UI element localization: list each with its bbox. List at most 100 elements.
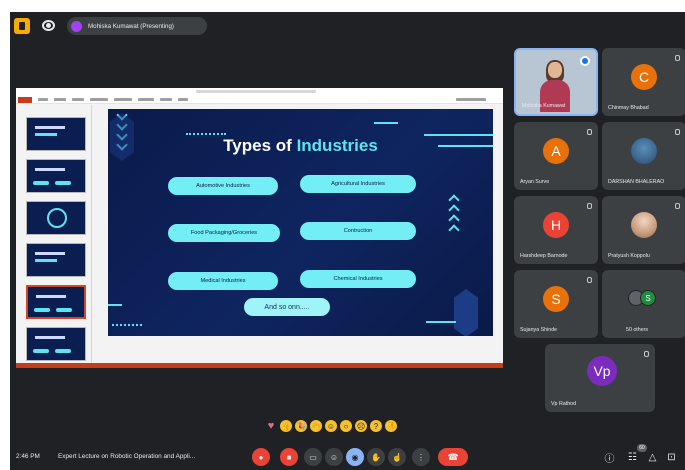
bottom-bar: 2:46 PM Expert Lecture on Robotic Operat… bbox=[10, 444, 685, 470]
ppt-share-button bbox=[456, 98, 486, 101]
slide-title: Types of Industries bbox=[108, 136, 493, 156]
dotted-line-decoration bbox=[186, 133, 226, 135]
activities-icon[interactable]: △ bbox=[647, 452, 658, 463]
ppt-titlebar bbox=[16, 88, 503, 96]
industry-pill: Chemical Industries bbox=[300, 270, 416, 288]
mic-off-icon bbox=[587, 129, 592, 135]
participant-tile[interactable]: S Sujanya Shinde bbox=[514, 270, 598, 338]
meeting-title: Expert Lecture on Robotic Operation and … bbox=[58, 453, 196, 460]
participant-tile[interactable]: C Chinmay Bhabad bbox=[602, 48, 685, 116]
party-reaction-icon[interactable]: 🎉 bbox=[295, 420, 307, 432]
participant-tile[interactable]: A Aryan Surve bbox=[514, 122, 598, 190]
ppt-window-title bbox=[196, 90, 316, 93]
eye-icon[interactable] bbox=[42, 20, 55, 31]
ppt-ribbon-tab bbox=[114, 98, 132, 101]
others-avatars: S bbox=[628, 288, 662, 308]
participant-tile[interactable]: Pratyush Koppolu bbox=[602, 196, 685, 264]
sad-reaction-icon[interactable]: ☹ bbox=[355, 420, 367, 432]
industry-pill: Medical Industries bbox=[168, 272, 278, 290]
meet-window: Mohiska Kumawat (Presenting) Types of In… bbox=[10, 12, 685, 470]
mic-off-icon bbox=[675, 55, 680, 61]
mic-off-icon bbox=[587, 203, 592, 209]
ppt-ribbon-tab bbox=[90, 98, 108, 101]
raise-hand-icon[interactable]: ✋ bbox=[367, 448, 385, 466]
participant-name: Sujanya Shinde bbox=[520, 327, 558, 333]
emoji-icon[interactable]: ☺ bbox=[325, 448, 343, 466]
others-tile[interactable]: S 50 others bbox=[602, 270, 685, 338]
slide-title-highlight: Industries bbox=[296, 136, 378, 155]
and-so-on-pill: And so onn..... bbox=[244, 298, 330, 316]
ppt-status-bar bbox=[16, 363, 503, 368]
speaking-indicator-icon bbox=[580, 56, 590, 66]
slide-thumbnail bbox=[26, 327, 86, 361]
people-icon[interactable]: ☷ bbox=[627, 452, 638, 463]
line-decoration bbox=[374, 122, 398, 124]
industry-pill: Food Packaging/Groceries bbox=[168, 224, 280, 242]
others-avatar-initial: S bbox=[640, 290, 656, 306]
hand-icon[interactable]: ☝ bbox=[388, 448, 406, 466]
current-slide: Types of Industries Automotive Industrie… bbox=[108, 109, 493, 336]
thinking-reaction-icon[interactable]: ? bbox=[370, 420, 382, 432]
ppt-ribbon-tab bbox=[54, 98, 66, 101]
more-icon[interactable]: ⋮ bbox=[412, 448, 430, 466]
heart-reaction-icon[interactable]: ♥ bbox=[265, 420, 277, 432]
industry-pill: Agricultural Industries bbox=[300, 175, 416, 193]
thumbs-down-reaction-icon[interactable]: 👎 bbox=[385, 420, 397, 432]
participant-name: Harshdeep Barnode bbox=[520, 253, 568, 259]
camera-icon[interactable]: ■ bbox=[280, 448, 298, 466]
hexagon-decoration bbox=[454, 289, 478, 336]
mic-off-icon bbox=[675, 203, 680, 209]
participant-avatar: H bbox=[543, 212, 569, 238]
clap-reaction-icon[interactable]: 👏 bbox=[310, 420, 322, 432]
slide-thumbnail bbox=[26, 201, 86, 235]
chevron-up-icon bbox=[444, 194, 464, 236]
others-count-label: 50 others bbox=[626, 327, 649, 333]
participant-name: Pratyush Koppolu bbox=[608, 253, 650, 259]
participant-photo-avatar bbox=[631, 138, 657, 164]
line-decoration bbox=[426, 321, 456, 323]
clock: 2:46 PM bbox=[16, 453, 40, 460]
participant-tile[interactable]: Vp Vp Rathod bbox=[545, 344, 655, 412]
meet-logo-icon bbox=[14, 18, 30, 34]
info-icon[interactable]: ⓘ bbox=[604, 452, 615, 465]
presenter-chip[interactable]: Mohiska Kumawat (Presenting) bbox=[67, 17, 207, 35]
ppt-file-tab bbox=[18, 97, 32, 103]
participant-name: Vp Rathod bbox=[551, 401, 577, 407]
participant-count-badge: 60 bbox=[637, 444, 647, 452]
industry-pill: Contruction bbox=[300, 222, 416, 240]
participant-name: Aryan Surve bbox=[520, 179, 550, 185]
captions-icon[interactable]: ▭ bbox=[304, 448, 322, 466]
slide-thumbnail bbox=[26, 159, 86, 193]
participant-photo-avatar bbox=[631, 212, 657, 238]
reactions-bar: ♥ 👍 🎉 👏 ☺ ○ ☹ ? 👎 bbox=[265, 418, 437, 434]
line-decoration bbox=[108, 304, 122, 306]
participant-avatar: C bbox=[631, 64, 657, 90]
mic-off-icon bbox=[675, 129, 680, 135]
mic-off-icon bbox=[644, 351, 649, 357]
top-bar: Mohiska Kumawat (Presenting) bbox=[10, 12, 685, 42]
ppt-ribbon-tab bbox=[160, 98, 172, 101]
thumbs-up-reaction-icon[interactable]: 👍 bbox=[280, 420, 292, 432]
ppt-ribbon-tab bbox=[138, 98, 154, 101]
presenter-avatar bbox=[71, 20, 82, 32]
mic-off-icon bbox=[587, 277, 592, 283]
slide-thumbnail-active bbox=[26, 285, 86, 319]
participant-tile[interactable]: DARSHAN BHALERAO bbox=[602, 122, 685, 190]
dotted-line-decoration bbox=[112, 324, 142, 326]
slide-title-part1: Types of bbox=[223, 136, 297, 155]
participant-tile[interactable]: H Harshdeep Barnode bbox=[514, 196, 598, 264]
surprised-reaction-icon[interactable]: ○ bbox=[340, 420, 352, 432]
participant-name: Chinmay Bhabad bbox=[608, 105, 649, 111]
participant-name: DARSHAN BHALERAO bbox=[608, 179, 665, 185]
laugh-reaction-icon[interactable]: ☺ bbox=[325, 420, 337, 432]
participant-avatar: A bbox=[543, 138, 569, 164]
ppt-ribbon-tabs bbox=[16, 96, 503, 104]
participant-avatar: Vp bbox=[587, 356, 617, 386]
present-icon[interactable]: ◉ bbox=[346, 448, 364, 466]
participant-tile-speaker[interactable]: Mohiska Kumawat bbox=[514, 48, 598, 116]
presenter-label: Mohiska Kumawat (Presenting) bbox=[88, 22, 174, 30]
end-call-button[interactable]: ☎ bbox=[438, 448, 468, 466]
ppt-ribbon-tab bbox=[38, 98, 48, 101]
lock-icon[interactable]: ⊡ bbox=[666, 452, 677, 463]
mic-icon[interactable]: ● bbox=[252, 448, 270, 466]
